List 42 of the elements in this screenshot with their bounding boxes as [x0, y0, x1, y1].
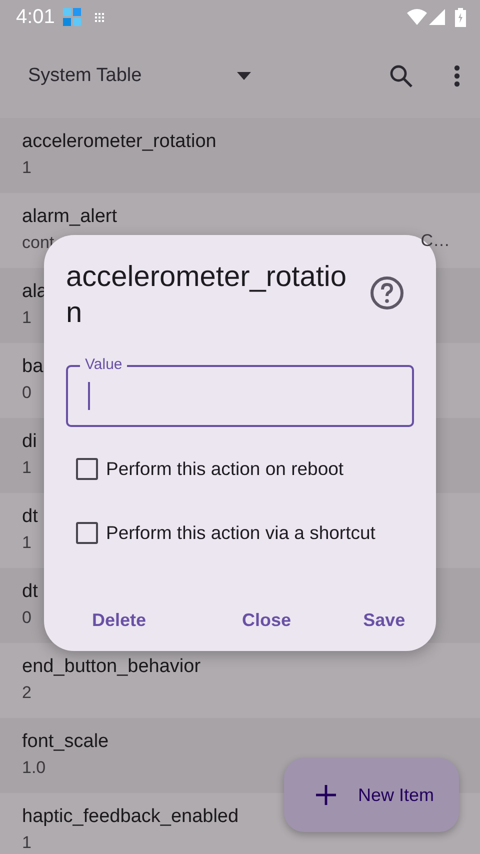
plus-icon [316, 785, 336, 805]
setting-value: 0 [22, 607, 32, 629]
setting-value: 1 [22, 157, 32, 179]
dropdown-icon[interactable] [236, 72, 251, 80]
app-grid-icon [62, 8, 81, 26]
dialog-button[interactable]: Save [357, 599, 412, 642]
setting-name: accelerometer_rotation [22, 130, 216, 154]
setting-value: 1 [22, 307, 32, 329]
setting-value: 2 [22, 682, 32, 704]
more-icon[interactable] [454, 65, 460, 87]
checkbox-label: Perform this action via a shortcut [106, 521, 376, 546]
help-icon[interactable] [370, 276, 404, 310]
setting-name: font_scale [22, 730, 109, 754]
new-item-button[interactable]: New Item [284, 758, 459, 832]
search-icon[interactable] [389, 64, 413, 88]
signal-icon [429, 9, 445, 25]
battery-icon [455, 8, 466, 26]
setting-name: ba [22, 355, 44, 379]
dialog-button[interactable]: Delete [86, 599, 152, 642]
status-time: 4:01 [16, 5, 55, 30]
setting-value: 1 [22, 457, 32, 479]
setting-value: cont [22, 232, 54, 254]
dialog-button[interactable]: Close [236, 599, 298, 642]
table-selector[interactable]: System Table [28, 62, 142, 90]
checkbox[interactable] [76, 522, 98, 544]
setting-value: 1 [22, 532, 32, 554]
setting-name: haptic_feedback_enabled [22, 805, 239, 829]
setting-name: di [22, 430, 37, 454]
setting-name: dt [22, 580, 38, 604]
setting-value: 1 [22, 832, 32, 854]
setting-value: C… [420, 230, 450, 252]
dialog-title: accelerometer_rotation [66, 260, 348, 331]
setting-name: alarm_alert [22, 205, 118, 229]
checkbox-label: Perform this action on reboot [106, 457, 344, 482]
wifi-icon [407, 9, 427, 25]
setting-name: end_button_behavior [22, 655, 201, 679]
checkbox[interactable] [76, 458, 98, 480]
dots-grid-icon [94, 12, 104, 22]
setting-value: 1.0 [22, 757, 46, 779]
setting-name: dt [22, 505, 38, 529]
setting-value: 0 [22, 382, 32, 404]
text-cursor [88, 382, 90, 410]
